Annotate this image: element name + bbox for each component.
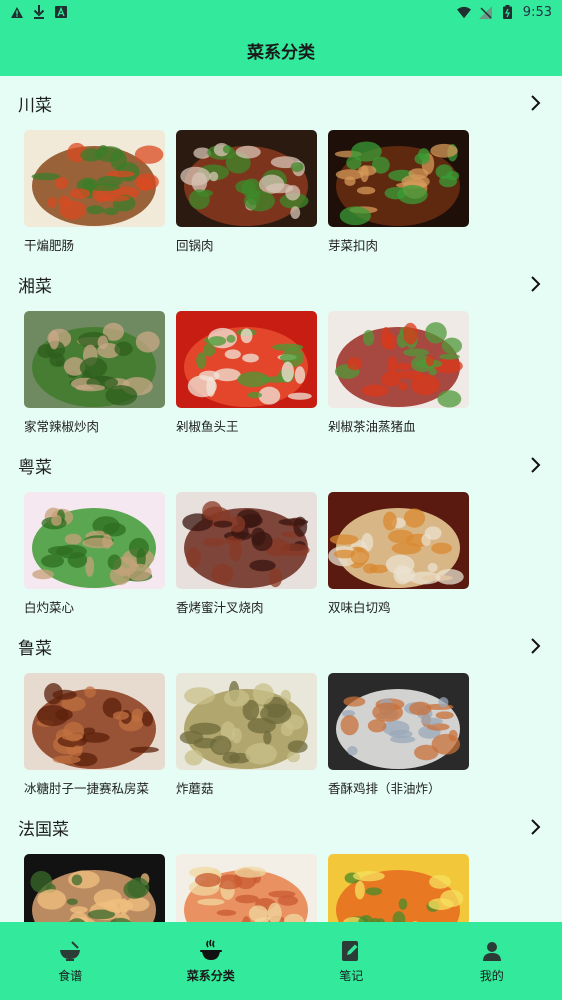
dish-name: 回锅肉 xyxy=(176,238,214,253)
page-title: 菜系分类 xyxy=(247,42,315,63)
dish-card[interactable] xyxy=(176,854,317,922)
user-icon xyxy=(482,941,501,961)
nav-item-profile[interactable]: 我的 xyxy=(422,939,562,984)
chevron-right-icon[interactable] xyxy=(526,818,544,836)
bottom-nav: 食谱 菜系分类 笔记 我的 xyxy=(0,922,562,1000)
dish-row: 干煸肥肠 回锅肉 芽菜扣肉 xyxy=(0,130,562,254)
battery-icon xyxy=(501,5,515,19)
dish-photo xyxy=(176,311,317,408)
dish-name: 香烤蜜汁叉烧肉 xyxy=(176,600,264,615)
dish-photo xyxy=(24,130,165,227)
dish-card[interactable]: 炸蘑菇 xyxy=(176,673,317,797)
cuisine-list[interactable]: 川菜 干煸肥肠 回锅肉 芽菜扣肉 湘菜 家常辣椒炒肉 剁椒鱼头王 剁椒茶油蒸猪血… xyxy=(0,76,562,922)
section-header[interactable]: 湘菜 xyxy=(0,257,562,311)
section-title: 鲁菜 xyxy=(18,638,52,659)
cuisine-section-chuan: 川菜 干煸肥肠 回锅肉 芽菜扣肉 xyxy=(0,76,562,257)
dish-photo xyxy=(176,854,317,922)
dish-card[interactable]: 香酥鸡排（非油炸） xyxy=(328,673,469,797)
section-title: 粤菜 xyxy=(18,457,52,478)
bowl-icon xyxy=(60,940,81,961)
dish-photo xyxy=(328,311,469,408)
dish-photo xyxy=(24,673,165,770)
dish-name: 白灼菜心 xyxy=(24,600,75,615)
download-icon xyxy=(32,5,46,19)
dish-row: 冰糖肘子一捷赛私房菜 炸蘑菇 香酥鸡排（非油炸） xyxy=(0,673,562,797)
chevron-right-icon[interactable] xyxy=(526,456,544,474)
cuisine-section-yue: 粤菜 白灼菜心 香烤蜜汁叉烧肉 双味白切鸡 xyxy=(0,438,562,619)
app-bar: 菜系分类 xyxy=(0,24,562,76)
wifi-icon xyxy=(456,5,471,19)
dish-row xyxy=(0,854,562,922)
dish-name: 冰糖肘子一捷赛私房菜 xyxy=(24,781,150,796)
dish-photo xyxy=(176,492,317,589)
dish-card[interactable]: 白灼菜心 xyxy=(24,492,165,616)
dish-photo xyxy=(24,311,165,408)
dish-card[interactable]: 家常辣椒炒肉 xyxy=(24,311,165,435)
note-edit-icon xyxy=(342,940,359,961)
section-header[interactable]: 粤菜 xyxy=(0,438,562,492)
dish-photo xyxy=(328,854,469,922)
dish-name: 炸蘑菇 xyxy=(176,781,214,796)
dish-row: 家常辣椒炒肉 剁椒鱼头王 剁椒茶油蒸猪血 xyxy=(0,311,562,435)
dish-card[interactable]: 香烤蜜汁叉烧肉 xyxy=(176,492,317,616)
chevron-right-icon[interactable] xyxy=(526,637,544,655)
nav-item-notes[interactable]: 笔记 xyxy=(281,939,421,984)
dish-card[interactable]: 剁椒茶油蒸猪血 xyxy=(328,311,469,435)
dish-card[interactable]: 回锅肉 xyxy=(176,130,317,254)
dish-card[interactable] xyxy=(24,854,165,922)
no-signal-icon xyxy=(479,5,493,19)
dish-photo xyxy=(176,130,317,227)
dish-photo xyxy=(328,130,469,227)
dish-name: 家常辣椒炒肉 xyxy=(24,419,100,434)
dish-card[interactable]: 芽菜扣肉 xyxy=(328,130,469,254)
chevron-right-icon[interactable] xyxy=(526,275,544,293)
dish-card[interactable] xyxy=(328,854,469,922)
nav-item-recipes[interactable]: 食谱 xyxy=(0,939,140,984)
cuisine-section-xiang: 湘菜 家常辣椒炒肉 剁椒鱼头王 剁椒茶油蒸猪血 xyxy=(0,257,562,438)
cooking-pot-icon xyxy=(199,939,222,960)
nav-label: 菜系分类 xyxy=(186,968,235,983)
section-title: 川菜 xyxy=(18,95,52,116)
dish-name: 双味白切鸡 xyxy=(328,600,391,615)
dish-name: 剁椒鱼头王 xyxy=(176,419,239,434)
status-right-icons: 9:53 xyxy=(456,4,552,20)
dish-photo xyxy=(328,492,469,589)
status-bar: 9:53 xyxy=(0,0,562,24)
dish-photo xyxy=(24,492,165,589)
section-title: 法国菜 xyxy=(18,819,69,840)
dish-photo xyxy=(176,673,317,770)
dish-photo xyxy=(328,673,469,770)
nav-item-cuisine-categories[interactable]: 菜系分类 xyxy=(141,939,281,984)
chevron-right-icon[interactable] xyxy=(526,94,544,112)
dish-card[interactable]: 剁椒鱼头王 xyxy=(176,311,317,435)
section-header[interactable]: 法国菜 xyxy=(0,800,562,854)
dish-row: 白灼菜心 香烤蜜汁叉烧肉 双味白切鸡 xyxy=(0,492,562,616)
dish-name: 香酥鸡排（非油炸） xyxy=(328,781,441,796)
section-header[interactable]: 鲁菜 xyxy=(0,619,562,673)
cuisine-section-french: 法国菜 xyxy=(0,800,562,922)
dish-name: 干煸肥肠 xyxy=(24,238,75,253)
dish-card[interactable]: 干煸肥肠 xyxy=(24,130,165,254)
font-a-icon xyxy=(54,5,68,19)
warning-icon xyxy=(10,5,24,19)
cuisine-section-lu: 鲁菜 冰糖肘子一捷赛私房菜 炸蘑菇 香酥鸡排（非油炸） xyxy=(0,619,562,800)
dish-name: 剁椒茶油蒸猪血 xyxy=(328,419,416,434)
section-header[interactable]: 川菜 xyxy=(0,76,562,130)
section-title: 湘菜 xyxy=(18,276,52,297)
status-left-icons xyxy=(10,5,68,19)
status-time: 9:53 xyxy=(522,4,552,20)
nav-label: 我的 xyxy=(479,968,504,983)
dish-card[interactable]: 冰糖肘子一捷赛私房菜 xyxy=(24,673,165,797)
nav-label: 笔记 xyxy=(339,968,364,983)
nav-label: 食谱 xyxy=(58,968,83,983)
dish-photo xyxy=(24,854,165,922)
dish-card[interactable]: 双味白切鸡 xyxy=(328,492,469,616)
dish-name: 芽菜扣肉 xyxy=(328,238,379,253)
